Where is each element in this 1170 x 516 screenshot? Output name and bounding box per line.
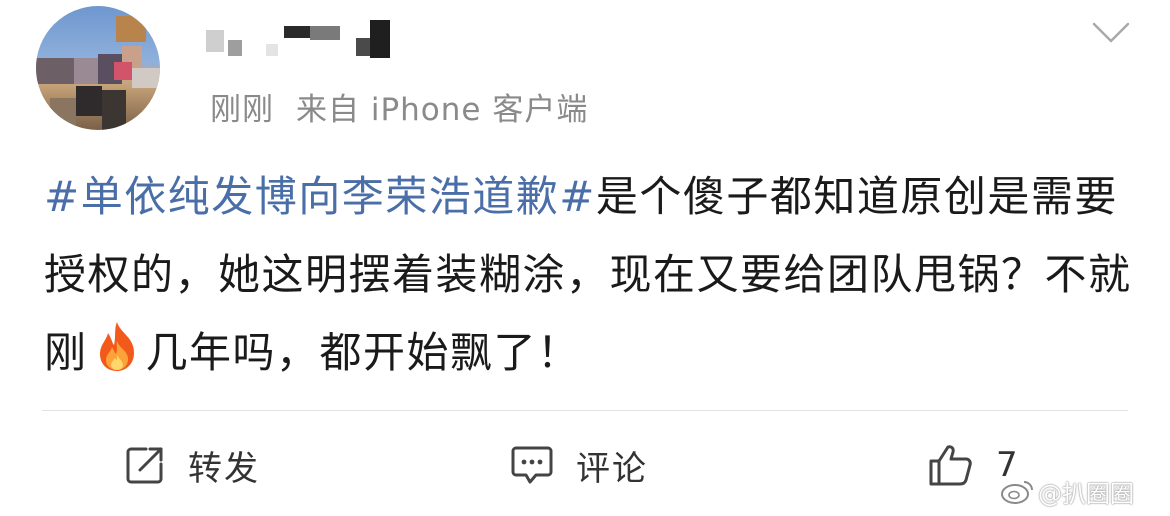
avatar-pixel: [36, 58, 74, 84]
hashtag-link[interactable]: #单依纯发博向李荣浩道歉#: [44, 172, 596, 221]
comment-label: 评论: [576, 448, 648, 489]
chevron-down-icon[interactable]: [1092, 20, 1130, 46]
name-pixel: [206, 30, 224, 52]
post-source[interactable]: 来自 iPhone 客户端: [296, 92, 588, 128]
comment-button[interactable]: 评论: [510, 440, 648, 490]
avatar-pixel: [76, 86, 102, 116]
name-pixel: [370, 20, 390, 58]
repost-button[interactable]: 转发: [124, 440, 260, 490]
avatar-pixel: [114, 62, 132, 80]
like-icon: [929, 445, 972, 486]
avatar-pixel: [74, 58, 98, 84]
post-time: 刚刚: [210, 92, 274, 128]
name-pixel: [356, 38, 370, 56]
fire-emoji: [99, 322, 134, 371]
avatar-pixel: [116, 16, 146, 42]
post-meta: 刚刚 来自 iPhone 客户端: [210, 84, 588, 129]
avatar-pixel: [102, 90, 126, 130]
repost-icon: [126, 447, 163, 484]
avatar-pixel: [132, 68, 160, 88]
avatar-pixel: [50, 98, 76, 130]
post-text-part2: 几年吗，都开始飘了！: [145, 328, 581, 377]
divider: [42, 410, 1128, 411]
watermark-text: @扒圈圈: [1038, 480, 1134, 508]
name-pixel: [310, 26, 340, 40]
name-pixel: [228, 40, 242, 56]
weibo-logo: [1001, 480, 1033, 504]
name-pixel: [284, 26, 310, 38]
repost-label: 转发: [188, 448, 260, 489]
watermark: @扒圈圈: [1000, 474, 1134, 509]
post-body: #单依纯发博向李荣浩道歉#是个傻子都知道原创是需要授权的，她这明摆着装糊涂，现在…: [44, 158, 1134, 392]
comment-icon: [511, 446, 553, 484]
name-pixel: [266, 44, 278, 56]
avatar[interactable]: [36, 6, 160, 130]
author-name[interactable]: [206, 14, 406, 58]
